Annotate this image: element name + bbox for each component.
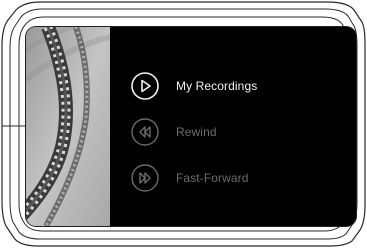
film-strip-icon [26,27,110,226]
menu-item-label: Rewind [176,125,217,139]
rewind-icon [130,117,160,147]
play-icon [130,71,160,101]
menu-item-my-recordings[interactable]: My Recordings [130,63,340,109]
film-reel-image [26,27,110,226]
device: My Recordings Rewind Fast-Forward [0,0,367,248]
menu-item-label: My Recordings [176,79,258,93]
playback-menu: My Recordings Rewind Fast-Forward [130,63,340,201]
menu-item-label: Fast-Forward [176,171,249,185]
fast-forward-icon [130,163,160,193]
menu-item-fast-forward[interactable]: Fast-Forward [130,155,340,201]
menu-item-rewind[interactable]: Rewind [130,109,340,155]
tv-screen: My Recordings Rewind Fast-Forward [26,27,356,226]
